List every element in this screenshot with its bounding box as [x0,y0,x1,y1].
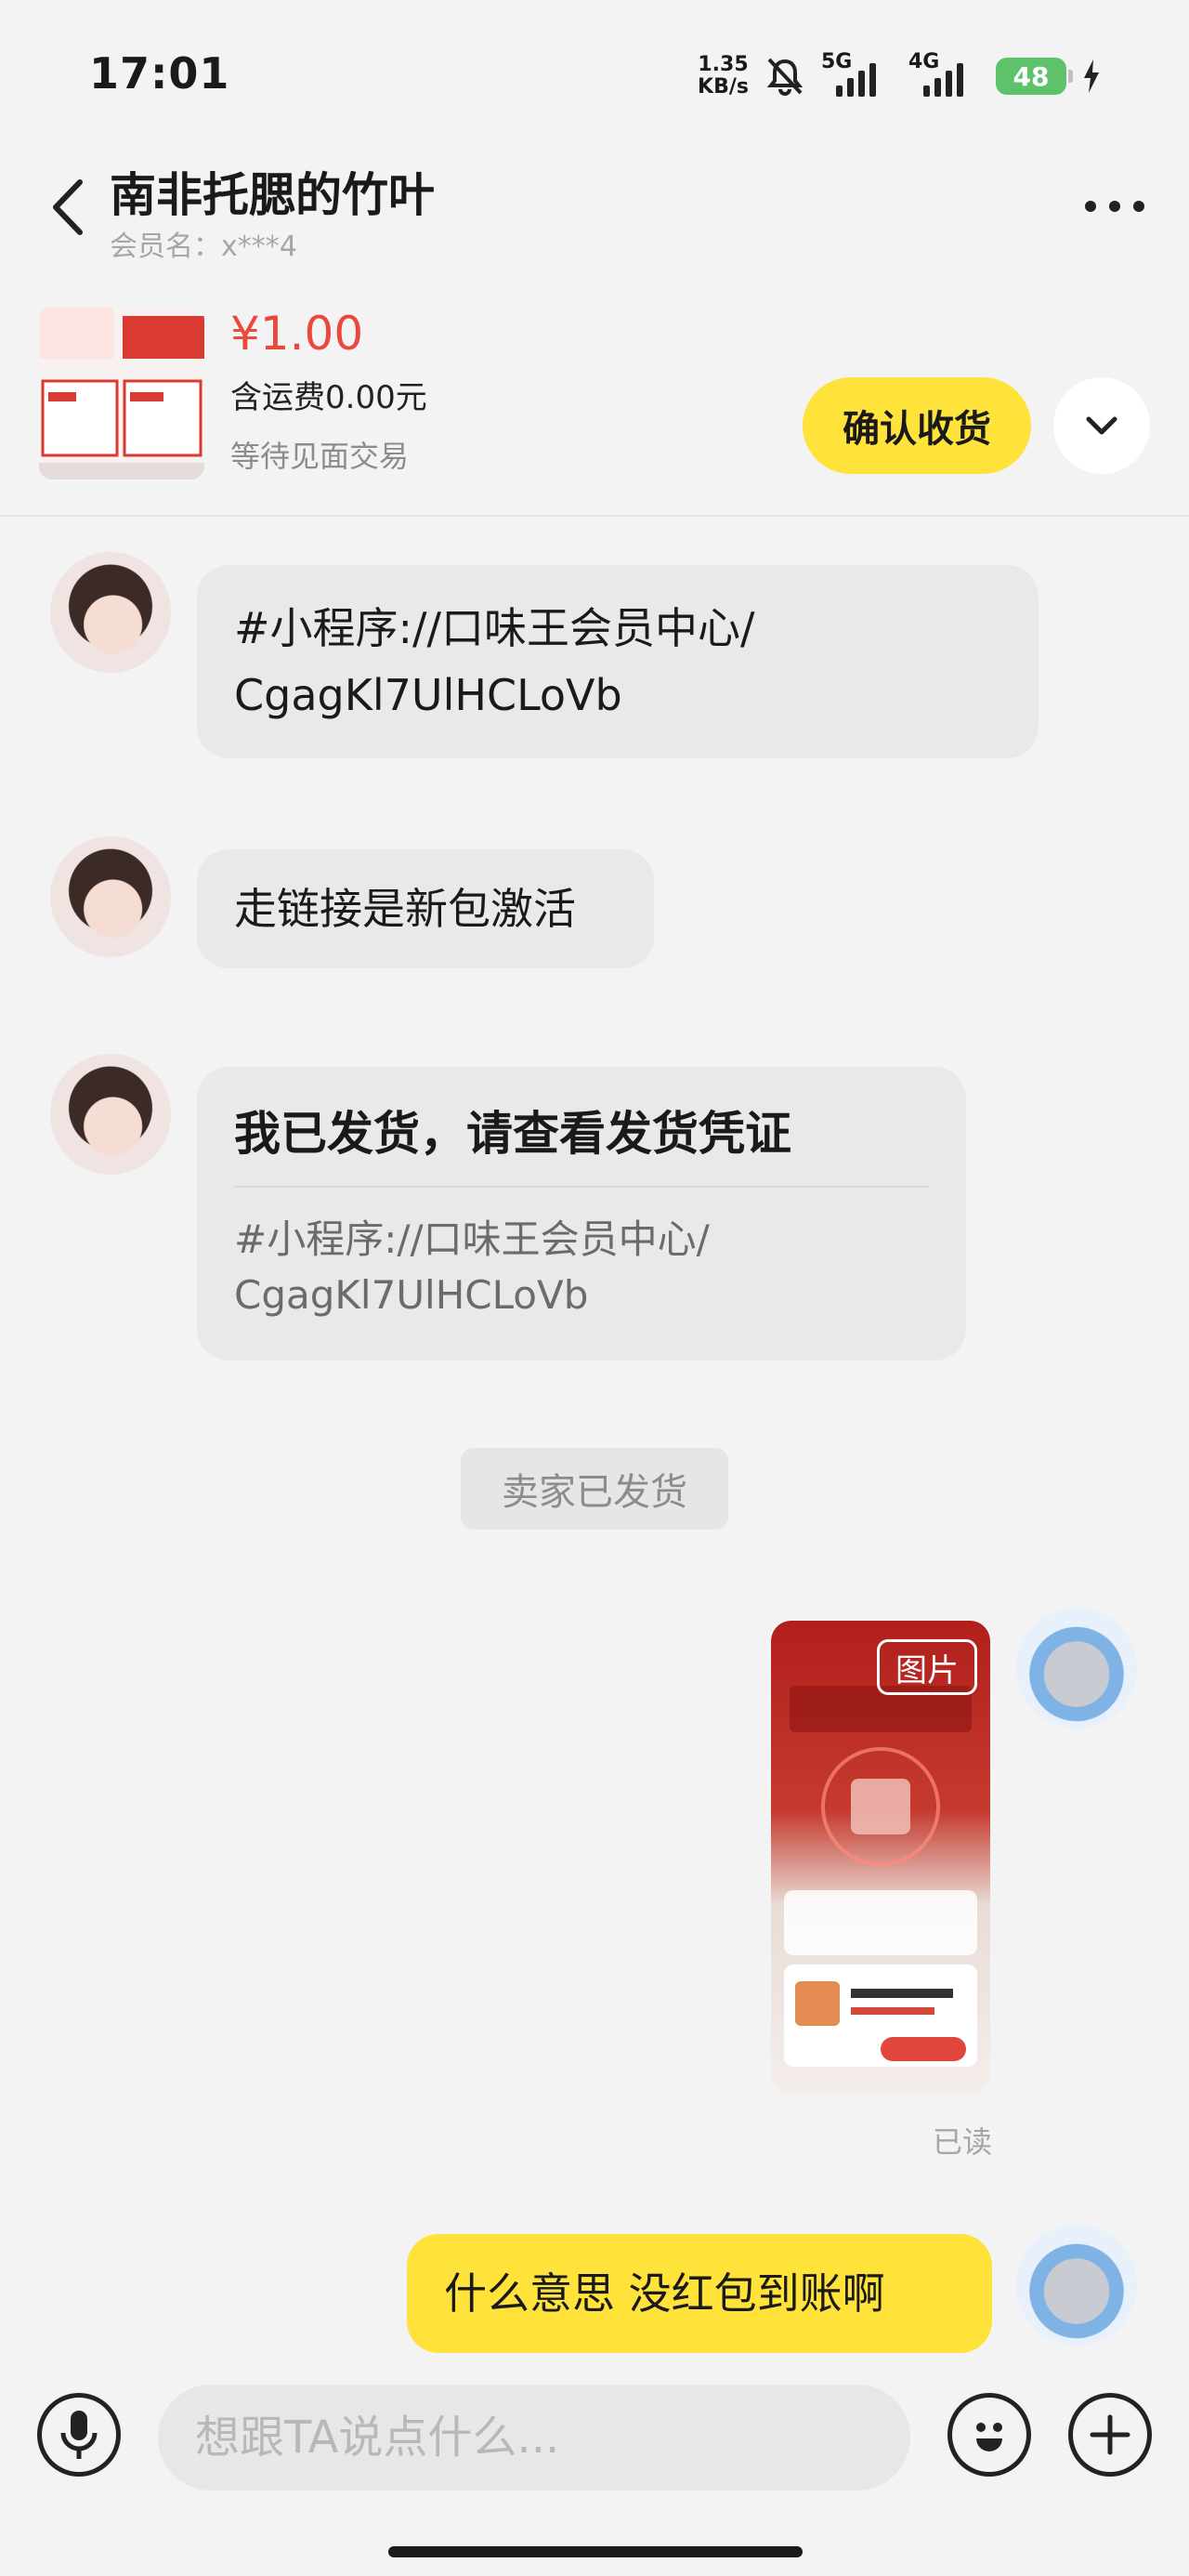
system-notice: 卖家已发货 [461,1448,728,1530]
page-title: 南非托腮的竹叶 [110,168,435,222]
voice-button[interactable] [37,2393,121,2477]
speed-unit: KB/s [698,75,749,99]
seller-avatar[interactable] [50,552,171,673]
card-title: 我已发货，请查看发货凭证 [234,1107,791,1161]
message-bubble[interactable]: 什么意思 没红包到账啊 [407,2234,992,2353]
message-bubble[interactable]: 走链接是新包激活 [197,849,654,968]
order-price: ¥1.00 [230,307,364,361]
chevron-down-icon [1086,416,1117,435]
more-icon[interactable] [1085,201,1144,212]
emoji-icon [976,2423,1002,2451]
status-time: 17:01 [89,48,230,99]
signal-icon: 4G [908,50,979,97]
back-icon[interactable] [46,175,93,240]
member-name: 会员名：x***4 [110,230,297,263]
order-thumbnail-image [39,307,204,480]
status-icons: 1.35 KB/s 5G 4G 48 [698,50,1100,102]
seller-avatar[interactable] [50,1054,171,1175]
image-label: 图片 [877,1639,977,1695]
signal-icon: 5G [821,50,892,97]
signal-5g-label: 5G [821,50,853,73]
battery-icon: 48 [996,58,1073,95]
signal-4g-label: 4G [908,50,940,73]
seller-avatar[interactable] [50,836,171,957]
shipping-proof-card[interactable]: 我已发货，请查看发货凭证 #小程序://口味王会员中心/ CgagKl7UlHC… [197,1067,966,1360]
plus-icon [1090,2414,1130,2455]
network-speed: 1.35 KB/s [698,54,749,99]
home-indicator[interactable] [388,2546,803,2557]
shipping-fee: 含运费0.00元 [230,379,427,416]
mute-icon [766,58,804,96]
my-avatar[interactable] [1016,2225,1137,2346]
message-bubble[interactable]: #小程序://口味王会员中心/ CgagKl7UlHCLoVb [197,565,1039,758]
confirm-receipt-button[interactable]: 确认收货 [803,377,1031,474]
read-receipt: 已读 [933,2124,993,2160]
card-divider [234,1186,929,1188]
order-thumbnail[interactable] [39,307,204,480]
expand-order-button[interactable] [1053,377,1150,474]
charging-icon [1084,59,1099,93]
message-input[interactable] [158,2385,910,2491]
speed-value: 1.35 [698,53,749,76]
my-avatar[interactable] [1016,1608,1137,1728]
mic-icon [60,2411,98,2459]
emoji-button[interactable] [947,2393,1031,2477]
order-status: 等待见面交易 [230,439,410,474]
more-actions-button[interactable] [1068,2393,1152,2477]
header-divider [0,515,1189,517]
card-body: #小程序://口味王会员中心/ CgagKl7UlHCLoVb [234,1216,710,1318]
